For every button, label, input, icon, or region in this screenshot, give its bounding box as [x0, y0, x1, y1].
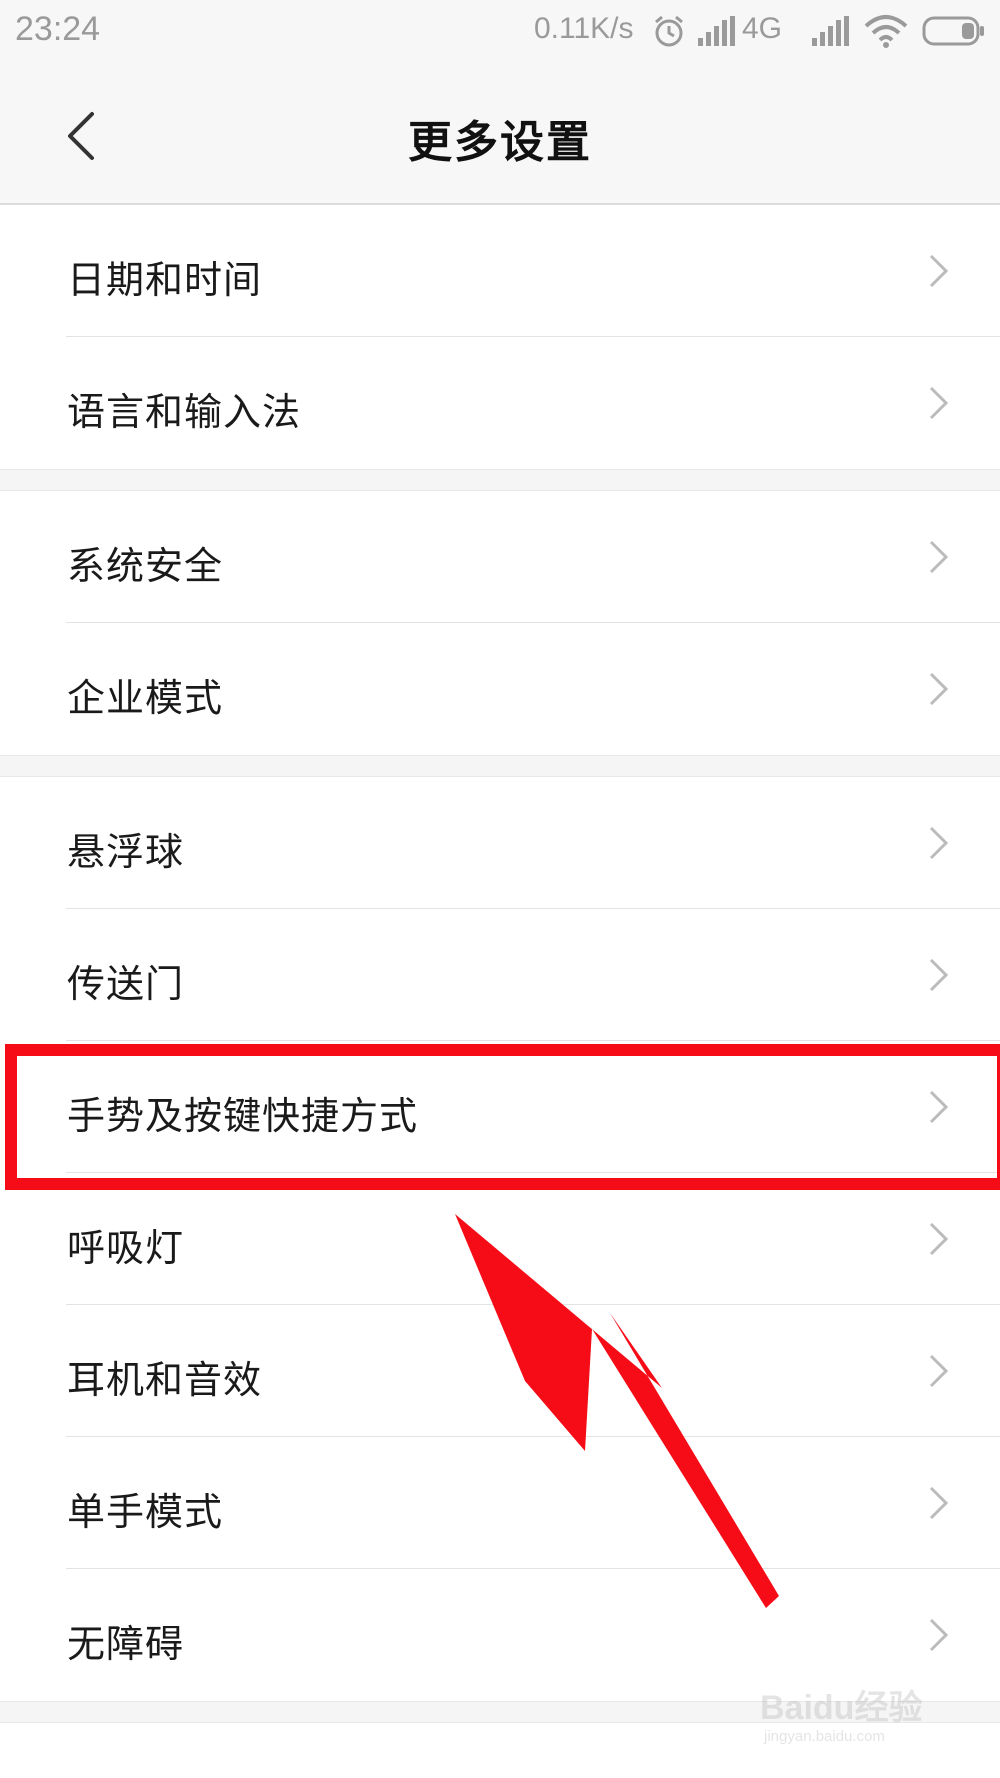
chevron-right-icon [929, 1222, 949, 1256]
settings-item-headphones-audio[interactable]: 耳机和音效 [0, 1305, 1000, 1437]
chevron-right-icon [929, 254, 949, 288]
settings-item-label: 无障碍 [67, 1622, 185, 1666]
chevron-right-icon [929, 958, 949, 992]
network-speed: 0.11K/s [534, 12, 634, 45]
settings-item-portal[interactable]: 传送门 [0, 909, 1000, 1041]
settings-item-system-security[interactable]: 系统安全 [0, 491, 1000, 623]
settings-item-language-input[interactable]: 语言和输入法 [0, 337, 1000, 469]
watermark-url: jingyan.baidu.com [764, 1728, 885, 1745]
settings-item-enterprise-mode[interactable]: 企业模式 [0, 623, 1000, 755]
wifi-icon [864, 15, 908, 48]
settings-item-label: 企业模式 [67, 676, 224, 720]
chevron-right-icon [929, 1618, 949, 1652]
settings-item-label: 语言和输入法 [67, 390, 302, 434]
settings-item-label: 悬浮球 [67, 830, 185, 874]
signal-icon-2 [812, 16, 849, 46]
chevron-right-icon [929, 540, 949, 574]
chevron-right-icon [929, 1090, 949, 1124]
chevron-right-icon [929, 386, 949, 420]
settings-item-label: 手势及按键快捷方式 [67, 1094, 419, 1138]
settings-list: 日期和时间 语言和输入法 系统安全 企业模式 悬浮球 传送门 手势及按键快捷方式… [0, 205, 1000, 1723]
settings-item-date-time[interactable]: 日期和时间 [0, 205, 1000, 337]
signal-icon [698, 16, 735, 46]
chevron-right-icon [929, 1354, 949, 1388]
chevron-right-icon [929, 672, 949, 706]
settings-item-one-hand-mode[interactable]: 单手模式 [0, 1437, 1000, 1569]
settings-item-label: 系统安全 [67, 544, 224, 588]
settings-item-floating-ball[interactable]: 悬浮球 [0, 777, 1000, 909]
watermark-text: Baidu经验 [760, 1689, 923, 1727]
settings-item-label: 呼吸灯 [67, 1226, 185, 1270]
settings-item-label: 传送门 [67, 962, 185, 1006]
status-time: 23:24 [15, 10, 101, 48]
settings-item-label: 耳机和音效 [67, 1358, 263, 1402]
settings-item-label: 单手模式 [67, 1490, 224, 1534]
chevron-right-icon [929, 826, 949, 860]
settings-item-breathing-light[interactable]: 呼吸灯 [0, 1173, 1000, 1305]
settings-item-label: 日期和时间 [67, 258, 263, 302]
status-bar: 23:24 0.11K/s 4G [0, 0, 1000, 66]
settings-item-gesture-shortcuts[interactable]: 手势及按键快捷方式 [0, 1041, 1000, 1173]
app-header: 更多设置 [0, 66, 1000, 205]
battery-icon [922, 16, 984, 46]
chevron-right-icon [929, 1486, 949, 1520]
page-title: 更多设置 [408, 117, 592, 168]
watermark: Baidu经验 jingyan.baidu.com [760, 1680, 960, 1760]
alarm-icon [655, 15, 683, 47]
network-type: 4G [742, 12, 783, 45]
section-gap [0, 755, 1000, 777]
section-gap [0, 469, 1000, 491]
